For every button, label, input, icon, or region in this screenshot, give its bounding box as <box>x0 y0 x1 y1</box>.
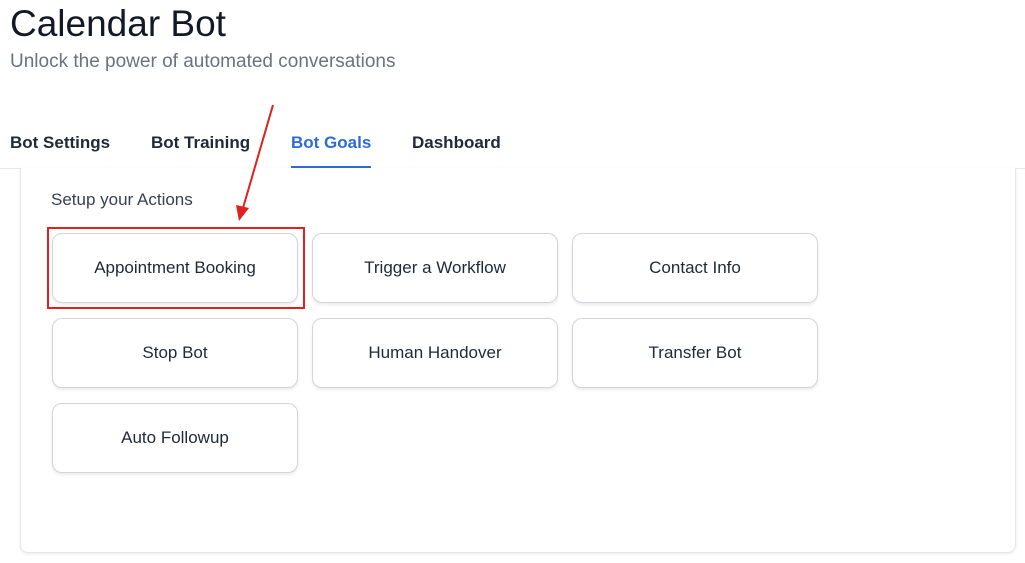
page: Calendar Bot Unlock the power of automat… <box>0 0 1025 563</box>
trigger-workflow-button[interactable]: Trigger a Workflow <box>312 233 558 303</box>
page-subtitle: Unlock the power of automated conversati… <box>10 51 396 72</box>
appointment-booking-button[interactable]: Appointment Booking <box>52 233 298 303</box>
tab-bar: Bot Settings Bot Training Bot Goals Dash… <box>0 120 1025 169</box>
contact-info-button[interactable]: Contact Info <box>572 233 818 303</box>
tab-dashboard[interactable]: Dashboard <box>412 132 501 154</box>
tab-bot-goals[interactable]: Bot Goals <box>291 132 372 168</box>
human-handover-button[interactable]: Human Handover <box>312 318 558 388</box>
transfer-bot-button[interactable]: Transfer Bot <box>572 318 818 388</box>
auto-followup-button[interactable]: Auto Followup <box>52 403 298 473</box>
section-label: Setup your Actions <box>51 190 193 209</box>
stop-bot-button[interactable]: Stop Bot <box>52 318 298 388</box>
page-title: Calendar Bot <box>10 3 226 44</box>
tab-bot-training[interactable]: Bot Training <box>151 132 250 154</box>
tab-bot-settings[interactable]: Bot Settings <box>10 132 110 154</box>
